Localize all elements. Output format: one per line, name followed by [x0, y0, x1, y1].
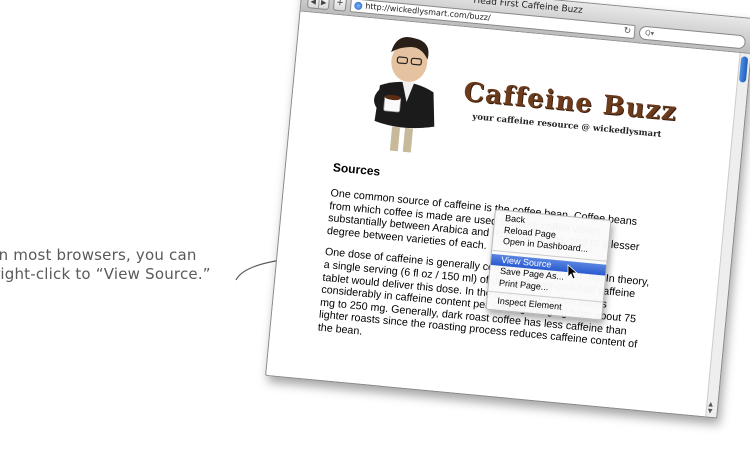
- globe-icon: [354, 1, 363, 10]
- annotation-line-2: right-click to “View Source.”: [0, 265, 211, 283]
- context-menu: Back Reload Page Open in Dashboard... Vi…: [485, 209, 612, 321]
- forward-button[interactable]: ▶: [317, 0, 330, 9]
- annotation-line-1: In most browsers, you can: [0, 246, 197, 264]
- back-forward-buttons: ◀ ▶: [306, 0, 331, 10]
- add-bookmark-button[interactable]: +: [332, 0, 348, 12]
- reload-icon[interactable]: ↻: [623, 25, 631, 36]
- scrollbar-thumb[interactable]: [738, 56, 749, 83]
- man-with-coffee-photo: [373, 37, 435, 153]
- scroll-arrows-icon[interactable]: ▲ ▼: [707, 401, 713, 415]
- annotation-text: In most browsers, you can right-click to…: [0, 246, 234, 284]
- mouse-pointer-icon: [567, 264, 579, 280]
